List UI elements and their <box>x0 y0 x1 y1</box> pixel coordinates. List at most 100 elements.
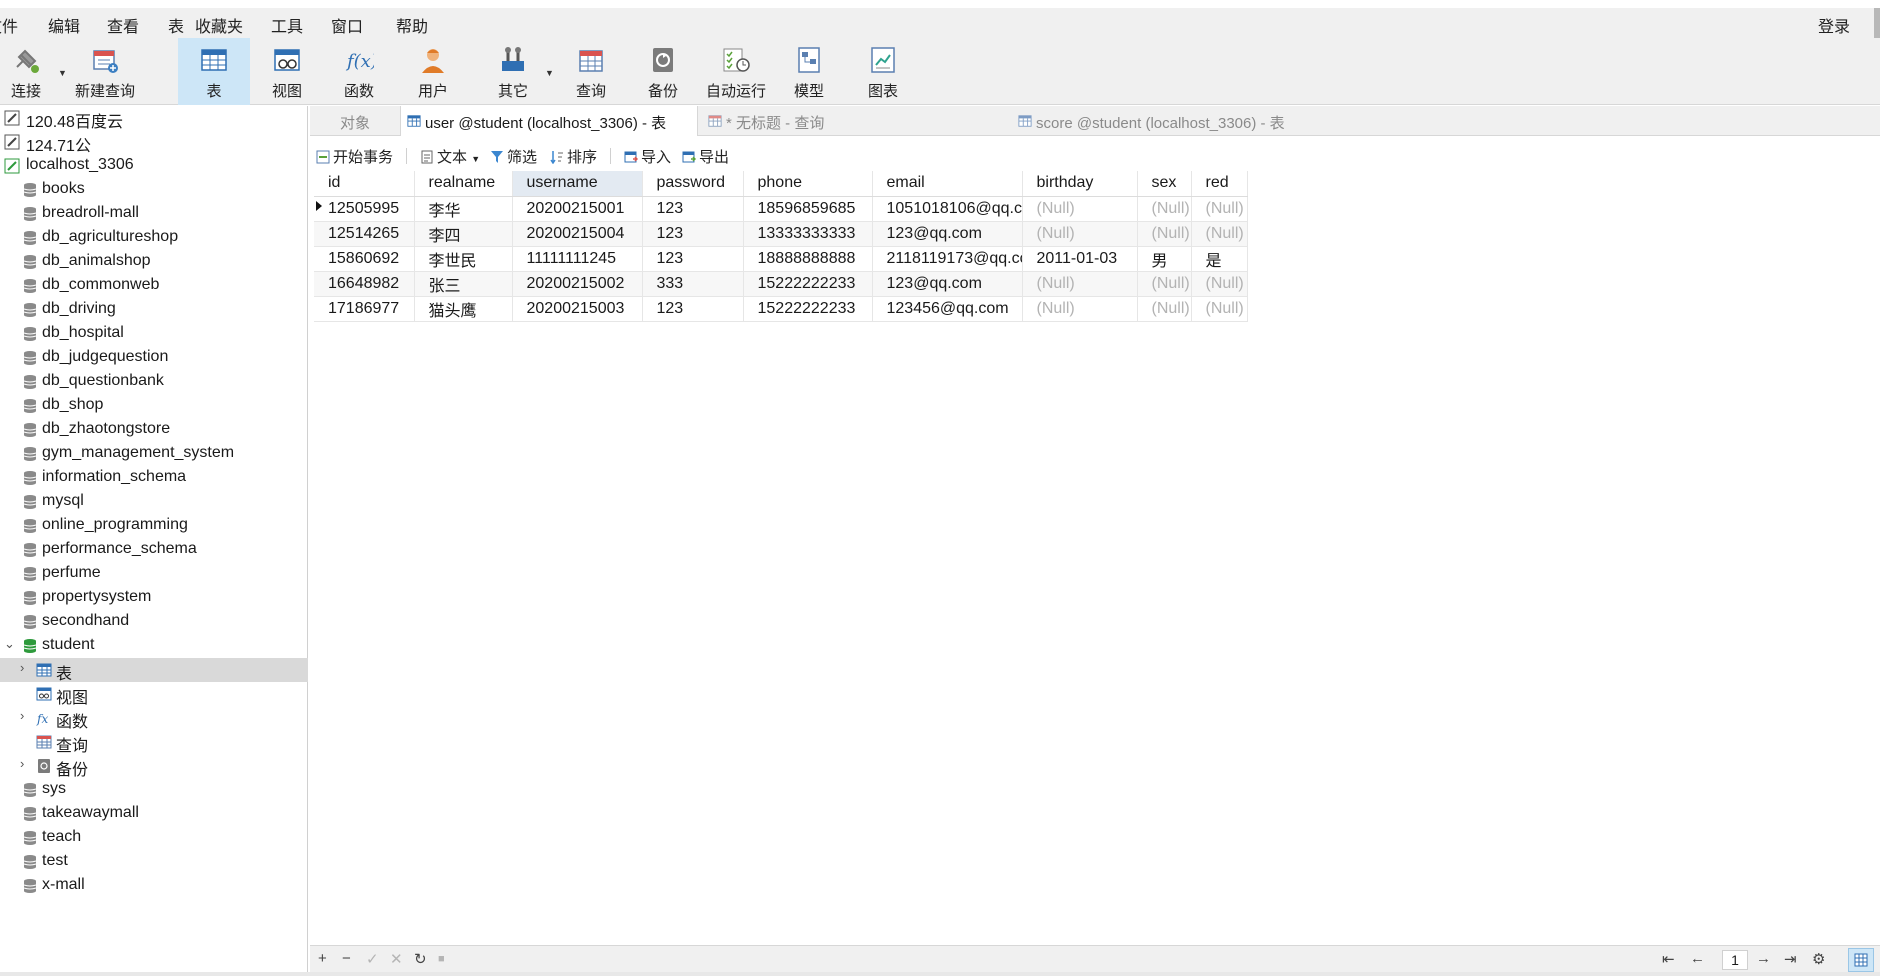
user-tool-button[interactable]: 用户 <box>398 38 468 105</box>
database-db-animalshop[interactable]: db_animalshop <box>0 250 308 274</box>
menu-tools[interactable]: 工具 <box>271 13 303 37</box>
cell-realname[interactable]: 李世民 <box>414 246 513 272</box>
cell-username[interactable]: 20200215001 <box>512 196 643 222</box>
database-db-commonweb[interactable]: db_commonweb <box>0 274 308 298</box>
cell-birthday[interactable]: (Null) <box>1022 221 1138 247</box>
cell-username[interactable]: 20200215002 <box>512 271 643 297</box>
table-row[interactable]: 12514265 李四 20200215004 123 13333333333 123@q… <box>314 221 1248 247</box>
cell-password[interactable]: 123 <box>642 221 744 247</box>
cell-username[interactable]: 20200215004 <box>512 221 643 247</box>
view-tool-button[interactable]: 视图 <box>252 38 322 105</box>
column-header-email[interactable]: email <box>872 171 1023 197</box>
table-row[interactable]: 15860692 李世民 11111111245 123 18888888888 2118… <box>314 246 1248 272</box>
table-row[interactable]: 17186977 猫头鹰 20200215003 123 15222222233 1234… <box>314 296 1248 322</box>
autorun-tool-button[interactable]: 自动运行 <box>700 38 772 105</box>
apply-changes-button[interactable]: ✓ <box>366 950 379 968</box>
expand-arrow-icon[interactable]: › <box>20 660 24 675</box>
cell-phone[interactable]: 18596859685 <box>743 196 873 222</box>
cell-red[interactable]: (Null) <box>1191 221 1248 247</box>
expand-arrow-icon[interactable]: › <box>20 708 24 723</box>
cell-phone[interactable]: 15222222233 <box>743 271 873 297</box>
cell-birthday[interactable]: (Null) <box>1022 196 1138 222</box>
cell-phone[interactable]: 18888888888 <box>743 246 873 272</box>
tree-views-node[interactable]: 视图 <box>0 682 308 707</box>
tab-score-table[interactable]: score @student (localhost_3306) - 表 <box>1016 106 1326 136</box>
database-takeawaymall[interactable]: takeawaymall <box>0 802 308 826</box>
cell-red[interactable]: (Null) <box>1191 296 1248 322</box>
begin-transaction-button[interactable]: 开始事务 <box>316 146 393 167</box>
new-query-button[interactable]: 新建查询 <box>70 38 140 105</box>
cell-phone[interactable]: 15222222233 <box>743 296 873 322</box>
connect-dropdown-caret[interactable]: ▼ <box>58 68 67 78</box>
database-perfume[interactable]: perfume <box>0 562 308 586</box>
database-propertysystem[interactable]: propertysystem <box>0 586 308 610</box>
database-x-mall[interactable]: x-mall <box>0 874 308 898</box>
database-db-questionbank[interactable]: db_questionbank <box>0 370 308 394</box>
database-db-hospital[interactable]: db_hospital <box>0 322 308 346</box>
cell-email[interactable]: 1051018106@qq.co <box>872 196 1023 222</box>
function-tool-button[interactable]: f(x) 函数 <box>324 38 394 105</box>
cell-sex[interactable]: (Null) <box>1137 296 1192 322</box>
connection-localhost[interactable]: localhost_3306 <box>0 154 308 178</box>
page-number-input[interactable]: 1 <box>1722 950 1748 970</box>
next-page-button[interactable]: → <box>1756 950 1771 967</box>
cell-realname[interactable]: 猫头鹰 <box>414 296 513 322</box>
column-header-realname[interactable]: realname <box>414 171 513 197</box>
table-row[interactable]: 16648982 张三 20200215002 333 15222222233 123@q… <box>314 271 1248 297</box>
column-header-id[interactable]: id <box>314 171 415 197</box>
column-header-red[interactable]: red <box>1191 171 1248 197</box>
column-header-phone[interactable]: phone <box>743 171 873 197</box>
cell-email[interactable]: 2118119173@qq.co <box>872 246 1023 272</box>
menu-file[interactable]: 文件 <box>0 13 18 37</box>
database-mysql[interactable]: mysql <box>0 490 308 514</box>
grid-settings-button[interactable]: ⚙ <box>1812 950 1825 968</box>
connection-120-48[interactable]: 120.48百度云 <box>0 106 308 131</box>
connect-button[interactable]: 连接 <box>0 38 52 105</box>
text-view-button[interactable]: 文本 ▼ <box>420 146 480 167</box>
cell-red[interactable]: (Null) <box>1191 196 1248 222</box>
database-books[interactable]: books <box>0 178 308 202</box>
cell-id[interactable]: 12514265 <box>314 221 415 247</box>
backup-tool-button[interactable]: 备份 <box>628 38 698 105</box>
cell-realname[interactable]: 李四 <box>414 221 513 247</box>
database-db-agricultureshop[interactable]: db_agricultureshop <box>0 226 308 250</box>
database-test[interactable]: test <box>0 850 308 874</box>
database-teach[interactable]: teach <box>0 826 308 850</box>
stop-button[interactable]: ■ <box>438 953 445 965</box>
menu-favorites[interactable]: 收藏夹 <box>195 13 243 37</box>
chart-tool-button[interactable]: 图表 <box>848 38 918 105</box>
table-row[interactable]: 12505995 李华 20200215001 123 18596859685 10510… <box>314 196 1248 222</box>
other-dropdown-caret[interactable]: ▼ <box>545 68 554 78</box>
cell-red[interactable]: 是 <box>1191 246 1248 272</box>
cell-id[interactable]: 15860692 <box>314 246 415 272</box>
database-student[interactable]: ⌄ student <box>0 634 308 658</box>
discard-changes-button[interactable]: ✕ <box>390 950 403 968</box>
cell-email[interactable]: 123@qq.com <box>872 271 1023 297</box>
tab-user-table[interactable]: user @student (localhost_3306) - 表 <box>400 106 698 136</box>
cell-username[interactable]: 11111111245 <box>512 246 643 272</box>
cell-id[interactable]: 17186977 <box>314 296 415 322</box>
column-header-password[interactable]: password <box>642 171 744 197</box>
tree-queries-node[interactable]: 查询 <box>0 730 308 755</box>
collapse-arrow-icon[interactable]: ⌄ <box>4 636 15 652</box>
menu-edit[interactable]: 编辑 <box>48 13 80 37</box>
login-link[interactable]: 登录 <box>1818 13 1850 37</box>
database-sys[interactable]: sys <box>0 778 308 802</box>
cell-phone[interactable]: 13333333333 <box>743 221 873 247</box>
menu-table[interactable]: 表 <box>168 13 184 37</box>
last-page-button[interactable]: ⇥ <box>1784 950 1797 968</box>
database-db-shop[interactable]: db_shop <box>0 394 308 418</box>
database-secondhand[interactable]: secondhand <box>0 610 308 634</box>
database-db-zhaotongstore[interactable]: db_zhaotongstore <box>0 418 308 442</box>
database-db-judgequestion[interactable]: db_judgequestion <box>0 346 308 370</box>
tab-objects[interactable]: 对象 <box>310 106 398 136</box>
database-information-schema[interactable]: information_schema <box>0 466 308 490</box>
database-gym-management-system[interactable]: gym_management_system <box>0 442 308 466</box>
cell-sex[interactable]: 男 <box>1137 246 1192 272</box>
filter-button[interactable]: 筛选 <box>490 146 537 167</box>
connection-124-71[interactable]: 124.71公 <box>0 130 308 155</box>
refresh-button[interactable]: ↻ <box>414 950 427 968</box>
cell-email[interactable]: 123456@qq.com <box>872 296 1023 322</box>
cell-id[interactable]: 12505995 <box>314 196 415 222</box>
export-button[interactable]: 导出 <box>682 146 729 167</box>
